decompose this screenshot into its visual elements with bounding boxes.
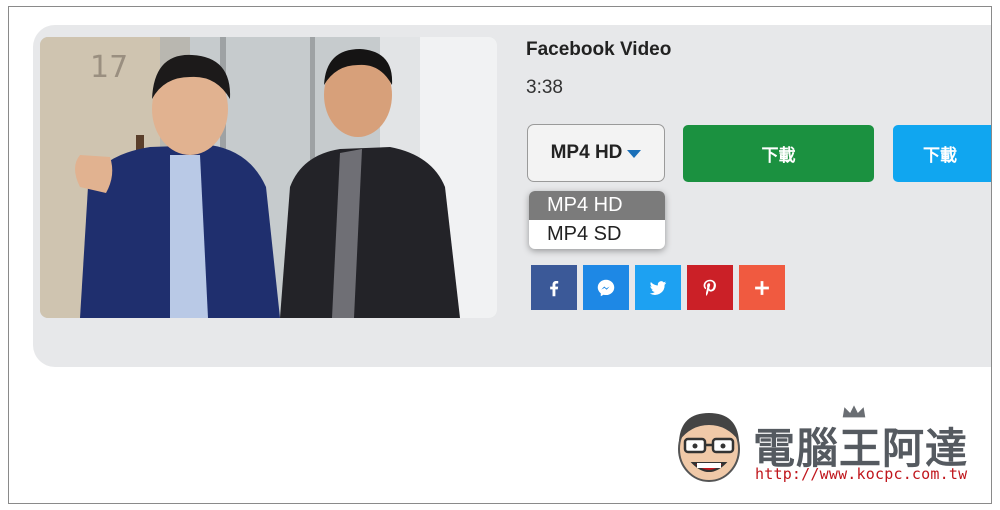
format-option-mp4-sd[interactable]: MP4 SD (529, 220, 665, 249)
download-button-secondary[interactable]: 下載 (893, 125, 991, 182)
format-option-mp4-hd[interactable]: MP4 HD (529, 191, 665, 220)
svg-text:17: 17 (90, 50, 128, 85)
share-more-button[interactable] (739, 265, 785, 310)
watermark-url: http://www.kocpc.com.tw (755, 465, 968, 483)
mascot-logo (675, 413, 743, 485)
messenger-icon (597, 279, 615, 296)
twitter-icon (649, 280, 667, 295)
share-messenger-button[interactable] (583, 265, 629, 310)
format-select[interactable]: MP4 HD (527, 124, 665, 182)
share-facebook-button[interactable] (531, 265, 577, 310)
share-pinterest-button[interactable] (687, 265, 733, 310)
share-twitter-button[interactable] (635, 265, 681, 310)
facebook-icon (550, 280, 559, 296)
plus-icon (755, 280, 769, 295)
share-buttons (531, 265, 785, 310)
site-watermark: 電腦王阿達 http://www.kocpc.com.tw (671, 403, 981, 491)
thumbnail-image: 17 (40, 37, 497, 318)
video-thumbnail[interactable]: 17 (40, 37, 497, 318)
pinterest-icon (703, 279, 716, 296)
format-dropdown-menu: MP4 HD MP4 SD (529, 191, 665, 249)
screenshot-frame: 17 Facebook Video 3:38 MP4 HD 下載 下載 MP4 … (8, 6, 992, 504)
video-title: Facebook Video (526, 39, 672, 60)
download-button[interactable]: 下載 (683, 125, 874, 182)
video-duration: 3:38 (526, 77, 563, 98)
format-select-value: MP4 HD (550, 142, 623, 163)
caret-down-icon (627, 150, 642, 158)
